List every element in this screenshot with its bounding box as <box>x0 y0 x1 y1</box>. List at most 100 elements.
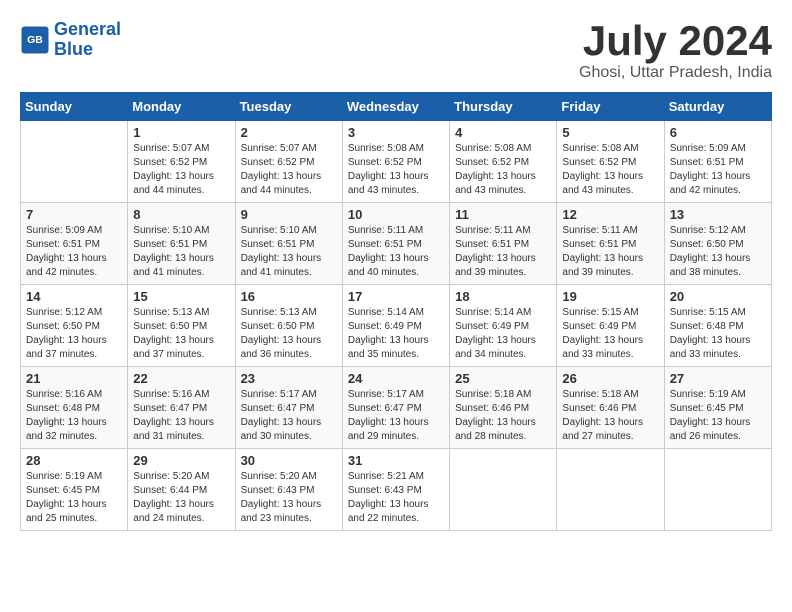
day-number: 22 <box>133 371 229 386</box>
calendar-cell: 9 Sunrise: 5:10 AMSunset: 6:51 PMDaylight… <box>235 203 342 285</box>
day-info: Sunrise: 5:12 AMSunset: 6:50 PMDaylight:… <box>26 306 122 362</box>
day-info: Sunrise: 5:07 AMSunset: 6:52 PMDaylight:… <box>133 142 229 198</box>
calendar-cell: 21Sunrise: 5:16 AMSunset: 6:48 PMDayligh… <box>21 367 128 449</box>
day-info: Sunrise: 5:09 AMSunset: 6:51 PMDaylight:… <box>26 224 122 280</box>
day-info: Sunrise: 5:12 AMSunset: 6:50 PMDaylight:… <box>670 224 766 280</box>
day-number: 13 <box>670 207 766 222</box>
day-info: Sunrise: 5:11 AMSunset: 6:51 PMDaylight:… <box>348 224 444 280</box>
logo-line2: Blue <box>54 39 93 59</box>
day-number: 29 <box>133 453 229 468</box>
day-number: 6 <box>670 125 766 140</box>
header-cell-sunday: Sunday <box>21 93 128 121</box>
calendar-cell: 11 Sunrise: 5:11 AMSunset: 6:51 PMDayligh… <box>450 203 557 285</box>
day-info: Sunrise: 5:15 AMSunset: 6:48 PMDaylight:… <box>670 306 766 362</box>
day-info: Sunrise: 5:10 AMSunset: 6:51 PMDaylight:… <box>241 224 337 280</box>
day-info: Sunrise: 5:07 AMSunset: 6:52 PMDaylight:… <box>241 142 337 198</box>
day-number: 2 <box>241 125 337 140</box>
day-info: Sunrise: 5:18 AMSunset: 6:46 PMDaylight:… <box>562 388 658 444</box>
calendar-cell: 1Sunrise: 5:07 AMSunset: 6:52 PMDaylight… <box>128 121 235 203</box>
day-number: 18 <box>455 289 551 304</box>
calendar-cell: 16 Sunrise: 5:13 AMSunset: 6:50 PMDayligh… <box>235 285 342 367</box>
calendar-cell: 6 Sunrise: 5:09 AMSunset: 6:51 PMDaylight… <box>664 121 771 203</box>
week-row-5: 28Sunrise: 5:19 AMSunset: 6:45 PMDayligh… <box>21 449 772 531</box>
logo-icon: GB <box>20 25 50 55</box>
header-cell-saturday: Saturday <box>664 93 771 121</box>
day-info: Sunrise: 5:19 AMSunset: 6:45 PMDaylight:… <box>670 388 766 444</box>
day-number: 23 <box>241 371 337 386</box>
day-number: 20 <box>670 289 766 304</box>
day-number: 14 <box>26 289 122 304</box>
day-number: 26 <box>562 371 658 386</box>
day-number: 11 <box>455 207 551 222</box>
day-info: Sunrise: 5:11 AMSunset: 6:51 PMDaylight:… <box>562 224 658 280</box>
calendar-cell: 25 Sunrise: 5:18 AMSunset: 6:46 PMDayligh… <box>450 367 557 449</box>
day-number: 30 <box>241 453 337 468</box>
day-info: Sunrise: 5:17 AMSunset: 6:47 PMDaylight:… <box>241 388 337 444</box>
day-info: Sunrise: 5:14 AMSunset: 6:49 PMDaylight:… <box>455 306 551 362</box>
calendar-table: SundayMondayTuesdayWednesdayThursdayFrid… <box>20 92 772 531</box>
logo-line1: General <box>54 19 121 39</box>
page-header: GB General Blue July 2024 Ghosi, Uttar P… <box>20 20 772 82</box>
day-number: 25 <box>455 371 551 386</box>
header-cell-friday: Friday <box>557 93 664 121</box>
location: Ghosi, Uttar Pradesh, India <box>579 64 772 82</box>
calendar-cell: 19 Sunrise: 5:15 AMSunset: 6:49 PMDayligh… <box>557 285 664 367</box>
calendar-cell: 29 Sunrise: 5:20 AMSunset: 6:44 PMDayligh… <box>128 449 235 531</box>
day-info: Sunrise: 5:11 AMSunset: 6:51 PMDaylight:… <box>455 224 551 280</box>
day-info: Sunrise: 5:20 AMSunset: 6:43 PMDaylight:… <box>241 470 337 526</box>
day-info: Sunrise: 5:08 AMSunset: 6:52 PMDaylight:… <box>562 142 658 198</box>
logo: GB General Blue <box>20 20 121 60</box>
day-number: 21 <box>26 371 122 386</box>
day-number: 27 <box>670 371 766 386</box>
logo-text: General Blue <box>54 20 121 60</box>
day-number: 15 <box>133 289 229 304</box>
day-info: Sunrise: 5:09 AMSunset: 6:51 PMDaylight:… <box>670 142 766 198</box>
day-number: 3 <box>348 125 444 140</box>
day-number: 10 <box>348 207 444 222</box>
calendar-cell: 10 Sunrise: 5:11 AMSunset: 6:51 PMDayligh… <box>342 203 449 285</box>
title-area: July 2024 Ghosi, Uttar Pradesh, India <box>579 20 772 82</box>
calendar-cell: 13 Sunrise: 5:12 AMSunset: 6:50 PMDayligh… <box>664 203 771 285</box>
day-info: Sunrise: 5:13 AMSunset: 6:50 PMDaylight:… <box>133 306 229 362</box>
day-info: Sunrise: 5:21 AMSunset: 6:43 PMDaylight:… <box>348 470 444 526</box>
month-title: July 2024 <box>579 20 772 62</box>
day-info: Sunrise: 5:18 AMSunset: 6:46 PMDaylight:… <box>455 388 551 444</box>
day-info: Sunrise: 5:13 AMSunset: 6:50 PMDaylight:… <box>241 306 337 362</box>
calendar-cell <box>450 449 557 531</box>
calendar-cell: 23 Sunrise: 5:17 AMSunset: 6:47 PMDayligh… <box>235 367 342 449</box>
day-info: Sunrise: 5:15 AMSunset: 6:49 PMDaylight:… <box>562 306 658 362</box>
calendar-cell: 14 Sunrise: 5:12 AMSunset: 6:50 PMDayligh… <box>21 285 128 367</box>
day-info: Sunrise: 5:08 AMSunset: 6:52 PMDaylight:… <box>455 142 551 198</box>
header-row: SundayMondayTuesdayWednesdayThursdayFrid… <box>21 93 772 121</box>
svg-text:GB: GB <box>27 34 43 46</box>
calendar-cell: 5 Sunrise: 5:08 AMSunset: 6:52 PMDaylight… <box>557 121 664 203</box>
day-info: Sunrise: 5:19 AMSunset: 6:45 PMDaylight:… <box>26 470 122 526</box>
day-info: Sunrise: 5:20 AMSunset: 6:44 PMDaylight:… <box>133 470 229 526</box>
calendar-cell: 31Sunrise: 5:21 AMSunset: 6:43 PMDayligh… <box>342 449 449 531</box>
header-cell-wednesday: Wednesday <box>342 93 449 121</box>
calendar-cell <box>557 449 664 531</box>
calendar-cell: 3Sunrise: 5:08 AMSunset: 6:52 PMDaylight… <box>342 121 449 203</box>
week-row-2: 7Sunrise: 5:09 AMSunset: 6:51 PMDaylight… <box>21 203 772 285</box>
day-info: Sunrise: 5:17 AMSunset: 6:47 PMDaylight:… <box>348 388 444 444</box>
day-info: Sunrise: 5:14 AMSunset: 6:49 PMDaylight:… <box>348 306 444 362</box>
header-cell-monday: Monday <box>128 93 235 121</box>
calendar-cell: 22Sunrise: 5:16 AMSunset: 6:47 PMDayligh… <box>128 367 235 449</box>
day-number: 16 <box>241 289 337 304</box>
week-row-1: 1Sunrise: 5:07 AMSunset: 6:52 PMDaylight… <box>21 121 772 203</box>
day-number: 9 <box>241 207 337 222</box>
week-row-4: 21Sunrise: 5:16 AMSunset: 6:48 PMDayligh… <box>21 367 772 449</box>
day-number: 24 <box>348 371 444 386</box>
day-number: 17 <box>348 289 444 304</box>
day-number: 12 <box>562 207 658 222</box>
calendar-cell: 24 Sunrise: 5:17 AMSunset: 6:47 PMDayligh… <box>342 367 449 449</box>
calendar-cell: 27 Sunrise: 5:19 AMSunset: 6:45 PMDayligh… <box>664 367 771 449</box>
calendar-cell: 12 Sunrise: 5:11 AMSunset: 6:51 PMDayligh… <box>557 203 664 285</box>
day-number: 19 <box>562 289 658 304</box>
week-row-3: 14 Sunrise: 5:12 AMSunset: 6:50 PMDayligh… <box>21 285 772 367</box>
calendar-cell: 8Sunrise: 5:10 AMSunset: 6:51 PMDaylight… <box>128 203 235 285</box>
day-number: 5 <box>562 125 658 140</box>
calendar-body: 1Sunrise: 5:07 AMSunset: 6:52 PMDaylight… <box>21 121 772 531</box>
day-info: Sunrise: 5:10 AMSunset: 6:51 PMDaylight:… <box>133 224 229 280</box>
calendar-cell: 30 Sunrise: 5:20 AMSunset: 6:43 PMDayligh… <box>235 449 342 531</box>
